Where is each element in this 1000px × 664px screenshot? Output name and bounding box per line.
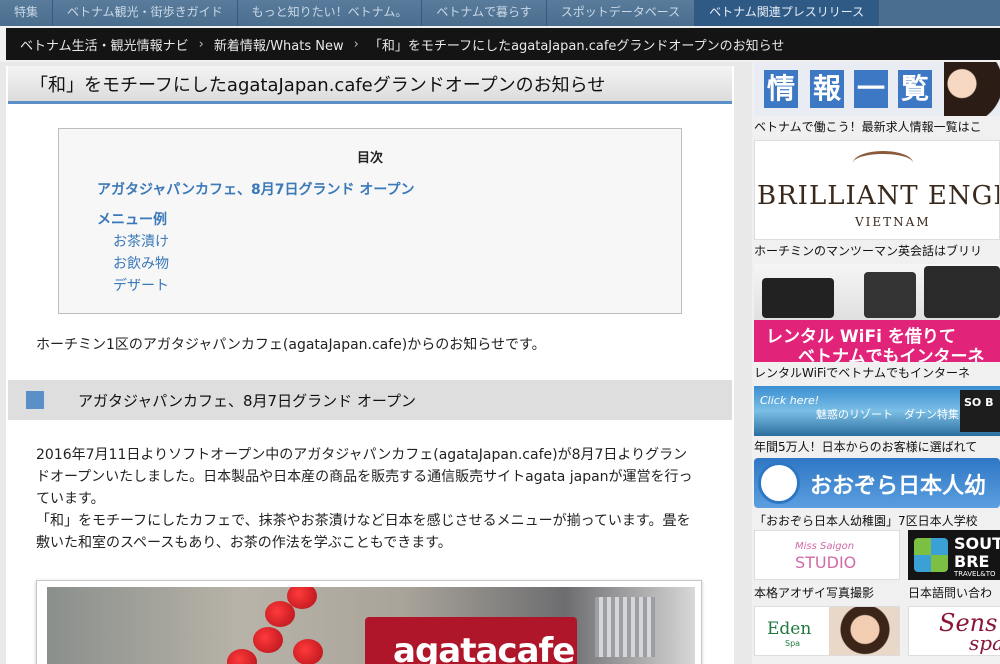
brilliant-logo-text: BRILLIANT ENGL <box>757 181 1000 211</box>
toc-item-grand-open[interactable]: アガタジャパンカフェ、8月7日グランド オープン <box>97 179 415 199</box>
window-grille <box>595 597 655 657</box>
senses-spa-banner[interactable]: Sens spa <box>908 606 1000 656</box>
nav-tab-press-releases[interactable]: ベトナム関連プレスリリース <box>695 0 880 26</box>
heading-square-icon <box>26 391 44 409</box>
jobs-banner-caption[interactable]: ベトナムで働こう！最新求人情報一覧はこ <box>754 118 982 135</box>
toc-item-menu[interactable]: メニュー例 <box>97 209 167 229</box>
breadcrumb-separator: › <box>198 36 204 52</box>
studio-text: STUDIO <box>795 553 857 572</box>
jobs-banner-char: 一 <box>854 70 888 108</box>
cafe-photo: agatacafe japan <box>36 580 702 664</box>
article-title: 「和」をモチーフにしたagataJapan.cafeグランドオープンのお知らせ <box>30 74 606 96</box>
wifi-banner-line2: ベトナムでもインターネ <box>798 347 985 362</box>
nav-tab-living[interactable]: ベトナムで暮らす <box>422 0 547 26</box>
section-heading-bar: アガタジャパンカフェ、8月7日グランド オープン <box>8 380 732 420</box>
wifi-banner-caption[interactable]: レンタルWiFiでベトナムでもインターネ <box>754 364 970 381</box>
eden-spa-banner[interactable]: Eden Spa <box>754 606 900 656</box>
section-body: 2016年7月11日よりソフトオープン中のアガタジャパンカフェ(agataJap… <box>36 444 696 554</box>
spa-woman-photo <box>829 607 899 655</box>
danang-banner-caption[interactable]: 年間5万人！日本からのお客様に選ばれて <box>754 438 977 455</box>
toc-item-drinks[interactable]: お飲み物 <box>113 253 169 273</box>
jobs-banner-char: 覧 <box>898 70 932 108</box>
laptop-device <box>924 266 1000 318</box>
lantern-shape <box>287 587 317 609</box>
senses-logo-line2: spa <box>969 631 1000 655</box>
woman-photo <box>944 62 1000 116</box>
oozora-banner-caption[interactable]: 「おおぞら日本人幼稚園」7区日本人学校 <box>754 512 978 529</box>
toc-item-dessert[interactable]: デザート <box>113 275 169 295</box>
article-title-bar: 「和」をモチーフにしたagataJapan.cafeグランドオープンのお知らせ <box>8 66 732 104</box>
south-breeze-banner[interactable]: SOUT BRE TRAVEL&TO <box>908 530 1000 580</box>
toc-heading: 目次 <box>356 151 383 166</box>
brilliant-logo-sub: VIETNAM <box>855 215 931 229</box>
south-breeze-line2: BRE <box>954 552 990 571</box>
miss-saigon-text: Miss Saigon <box>795 541 855 552</box>
oozora-banner-text: おおぞら日本人幼 <box>810 474 987 499</box>
article-intro: ホーチミン1区のアガタジャパンカフェ(agataJapan.cafe)からのお知… <box>36 337 546 353</box>
miss-saigon-studio-banner[interactable]: Miss Saigon STUDIO <box>754 530 900 580</box>
south-breeze-line3: TRAVEL&TO <box>954 570 996 578</box>
jobs-banner[interactable]: 情 報 一 覧 <box>754 62 1000 116</box>
danang-feature-banner[interactable]: Click here! 魅惑のリゾート ダナン特集 SO B <box>754 386 1000 436</box>
nav-tab-spot-database[interactable]: スポットデータベース <box>546 0 696 26</box>
lantern-shape <box>227 649 257 664</box>
cafe-signboard: agatacafe japan <box>365 617 577 664</box>
cafe-photo-image: agatacafe japan <box>47 587 695 664</box>
breadcrumb-bar: ベトナム生活・観光情報ナビ › 新着情報/Whats New › 「和」をモチー… <box>0 26 1000 62</box>
breadcrumb: ベトナム生活・観光情報ナビ › 新着情報/Whats New › 「和」をモチー… <box>6 28 1000 60</box>
sidebar-ads: 情 報 一 覧 ベトナムで働こう！最新求人情報一覧はこ BRILLIANT EN… <box>752 62 1000 664</box>
eden-logo-text: Eden <box>767 619 812 639</box>
jobs-banner-char: 情 <box>764 70 798 108</box>
danang-click-text: Click here! <box>760 394 820 407</box>
table-of-contents: 目次 アガタジャパンカフェ、8月7日グランド オープン メニュー例 お茶漬け お… <box>58 128 682 314</box>
oozora-kindergarten-banner[interactable]: おおぞら日本人幼 <box>754 458 1000 508</box>
wifi-rental-banner[interactable]: レンタル WiFi を借りて ベトナムでもインターネ <box>754 264 1000 362</box>
cafe-sign-text: agatacafe <box>393 631 575 664</box>
breadcrumb-home-link[interactable]: ベトナム生活・観光情報ナビ <box>20 35 189 54</box>
tablet-device <box>762 278 834 318</box>
ornament-icon <box>853 151 913 175</box>
router-device <box>864 272 916 318</box>
paragraph: 2016年7月11日よりソフトオープン中のアガタジャパンカフェ(agataJap… <box>36 447 693 507</box>
lantern-shape <box>253 627 283 653</box>
nav-tab-learn-more[interactable]: もっと知りたい！ベトナム。 <box>237 0 423 26</box>
south-breeze-logo: SO B <box>960 390 1000 432</box>
south-breeze-line1: SOUT <box>954 534 1000 553</box>
brilliant-english-banner[interactable]: BRILLIANT ENGL VIETNAM <box>754 140 1000 240</box>
brilliant-banner-caption[interactable]: ホーチミンのマンツーマン英会話はブリリ <box>754 242 982 259</box>
lantern-shape <box>293 639 323 664</box>
paragraph: 「和」をモチーフにしたカフェで、抹茶やお茶漬けなど日本を感じさせるメニューが揃っ… <box>36 513 691 551</box>
jobs-banner-char: 報 <box>810 70 844 108</box>
pinwheel-icon <box>914 538 948 572</box>
eden-logo-sub: Spa <box>785 639 801 648</box>
article-content: 「和」をモチーフにしたagataJapan.cafeグランドオープンのお知らせ … <box>6 66 734 664</box>
toc-item-ochazuke[interactable]: お茶漬け <box>113 231 169 251</box>
breadcrumb-separator: › <box>353 36 359 52</box>
top-navigation: 特集 ベトナム観光・街歩きガイド もっと知りたい！ベトナム。 ベトナムで暮らす … <box>0 0 1000 26</box>
breadcrumb-category-link[interactable]: 新着情報/Whats New <box>214 35 344 54</box>
oozora-logo-icon <box>758 462 800 504</box>
nav-tab-features[interactable]: 特集 <box>0 0 54 26</box>
miss-saigon-caption[interactable]: 本格アオザイ写真撮影 <box>754 584 874 601</box>
nav-tab-sightseeing-guide[interactable]: ベトナム観光・街歩きガイド <box>53 0 238 26</box>
danang-feature-text: 魅惑のリゾート ダナン特集 <box>816 408 959 421</box>
breadcrumb-current: 「和」をモチーフにしたagataJapan.cafeグランドオープンのお知らせ <box>368 38 785 54</box>
section-heading: アガタジャパンカフェ、8月7日グランド オープン <box>78 392 416 410</box>
south-breeze-caption[interactable]: 日本語問い合わ <box>908 584 992 601</box>
